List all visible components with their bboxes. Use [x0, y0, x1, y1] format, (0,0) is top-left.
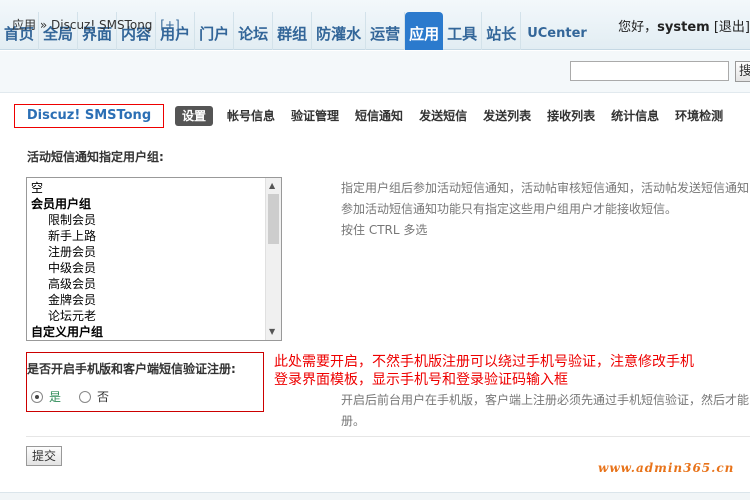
plugin-subtab-4[interactable]: 发送短信: [419, 106, 467, 126]
plugin-subtab-3[interactable]: 短信通知: [355, 106, 403, 126]
user-groups-multiselect[interactable]: 空会员用户组 限制会员 新手上路 注册会员 中级会员 高级会员 金牌会员 论坛元老 自定义用户组…: [26, 177, 282, 341]
radio-no-label[interactable]: 否: [97, 388, 109, 405]
nav-tab-8[interactable]: 防灌水: [312, 12, 367, 50]
list-option[interactable]: 高级会员: [31, 276, 103, 292]
mobile-verify-radios: 是 否: [31, 388, 127, 405]
add-shortcut-link[interactable]: [+]: [160, 18, 179, 32]
plugin-subtab-0[interactable]: 设置: [175, 106, 214, 126]
greeting-text: 您好，: [618, 20, 658, 35]
plugin-subtab-2[interactable]: 验证管理: [291, 106, 339, 126]
divider: [26, 436, 750, 437]
plugin-subtab-7[interactable]: 统计信息: [611, 106, 659, 126]
mobile-verify-hint-1: 开启后前台用户在手机版，客户端上注册必须先通过手机短信验证，然后才能: [341, 393, 750, 407]
list-option[interactable]: 中级会员: [31, 260, 103, 276]
plugin-subtabs: 设置 帐号信息 验证管理 短信通知 发送短信 发送列表 接收列表 统计信息 环境检测: [175, 106, 739, 126]
nav-tab-10[interactable]: 应用: [405, 12, 444, 50]
submit-button[interactable]: 提交: [26, 446, 62, 466]
username: system: [657, 20, 710, 35]
plugin-subtab-5[interactable]: 发送列表: [483, 106, 531, 126]
user-groups-hint-3: 按住 CTRL 多选: [341, 223, 428, 237]
nav-tab-13[interactable]: UCenter: [521, 12, 593, 50]
scroll-up-arrow-icon[interactable]: ▲: [269, 181, 275, 191]
radio-yes[interactable]: [31, 390, 43, 403]
nav-tab-5[interactable]: 门户: [195, 12, 235, 50]
plugin-subtab-8[interactable]: 环境检测: [675, 106, 723, 126]
list-option[interactable]: 注册会员: [31, 244, 103, 260]
logout-link[interactable]: [退出]: [714, 20, 750, 35]
annotation-line-1: 此处需要开启，不然手机版注册可以绕过手机号验证，注意修改手机: [274, 354, 694, 370]
nav-tab-7[interactable]: 群组: [273, 12, 313, 50]
user-groups-hint-2: 参加活动短信通知功能只有指定这些用户组用户才能接收短信。: [341, 202, 678, 216]
user-info: 您好，system [退出]: [618, 16, 750, 35]
list-option[interactable]: 金牌会员: [31, 292, 103, 308]
watermark: www.admin365.cn: [598, 461, 735, 475]
list-option[interactable]: 空: [31, 180, 103, 196]
user-groups-hint-1: 指定用户组后参加活动短信通知，活动帖审核短信通知，活动帖发送短信通知: [341, 181, 750, 195]
breadcrumb-section[interactable]: 应用: [12, 18, 36, 32]
option-group-header: 会员用户组: [31, 197, 92, 211]
scroll-down-arrow-icon[interactable]: ▼: [269, 327, 275, 337]
plugin-subtab-1[interactable]: 帐号信息: [227, 106, 275, 126]
nav-tab-9[interactable]: 运营: [366, 12, 406, 50]
annotation-line-2: 登录界面模板，显示手机号和登录验证码输入框: [274, 372, 568, 388]
plugin-title: Discuz! SMSTong: [14, 104, 164, 128]
bottom-strip: [0, 492, 750, 500]
list-option[interactable]: 新手上路: [31, 228, 103, 244]
user-groups-label: 活动短信通知指定用户组:: [27, 150, 164, 164]
option-group-header: 自定义用户组: [31, 325, 104, 339]
plugin-subtab-6[interactable]: 接收列表: [547, 106, 595, 126]
mobile-verify-label: 是否开启手机版和客户端短信验证注册:: [27, 362, 236, 376]
nav-tab-11[interactable]: 工具: [443, 12, 483, 50]
list-option[interactable]: 论坛元老: [31, 308, 103, 324]
mobile-verify-hint-2: 册。: [341, 414, 366, 428]
nav-tab-6[interactable]: 论坛: [234, 12, 274, 50]
scroll-thumb[interactable]: [268, 194, 279, 244]
nav-tab-12[interactable]: 站长: [482, 12, 522, 50]
breadcrumb-current: Discuz! SMSTong: [51, 18, 153, 32]
breadcrumb: 应用 » Discuz! SMSTong [+]: [12, 16, 180, 33]
search-input[interactable]: [570, 61, 729, 81]
radio-yes-label[interactable]: 是: [49, 388, 61, 405]
radio-no[interactable]: [79, 390, 92, 403]
search-button[interactable]: 搜: [735, 61, 750, 82]
breadcrumb-separator: »: [39, 18, 48, 32]
list-option[interactable]: 限制会员: [31, 212, 103, 228]
listbox-scrollbar[interactable]: ▲ ▼: [265, 178, 281, 340]
red-annotation: 此处需要开启，不然手机版注册可以绕过手机号验证，注意修改手机 登录界面模板，显示…: [274, 353, 694, 389]
